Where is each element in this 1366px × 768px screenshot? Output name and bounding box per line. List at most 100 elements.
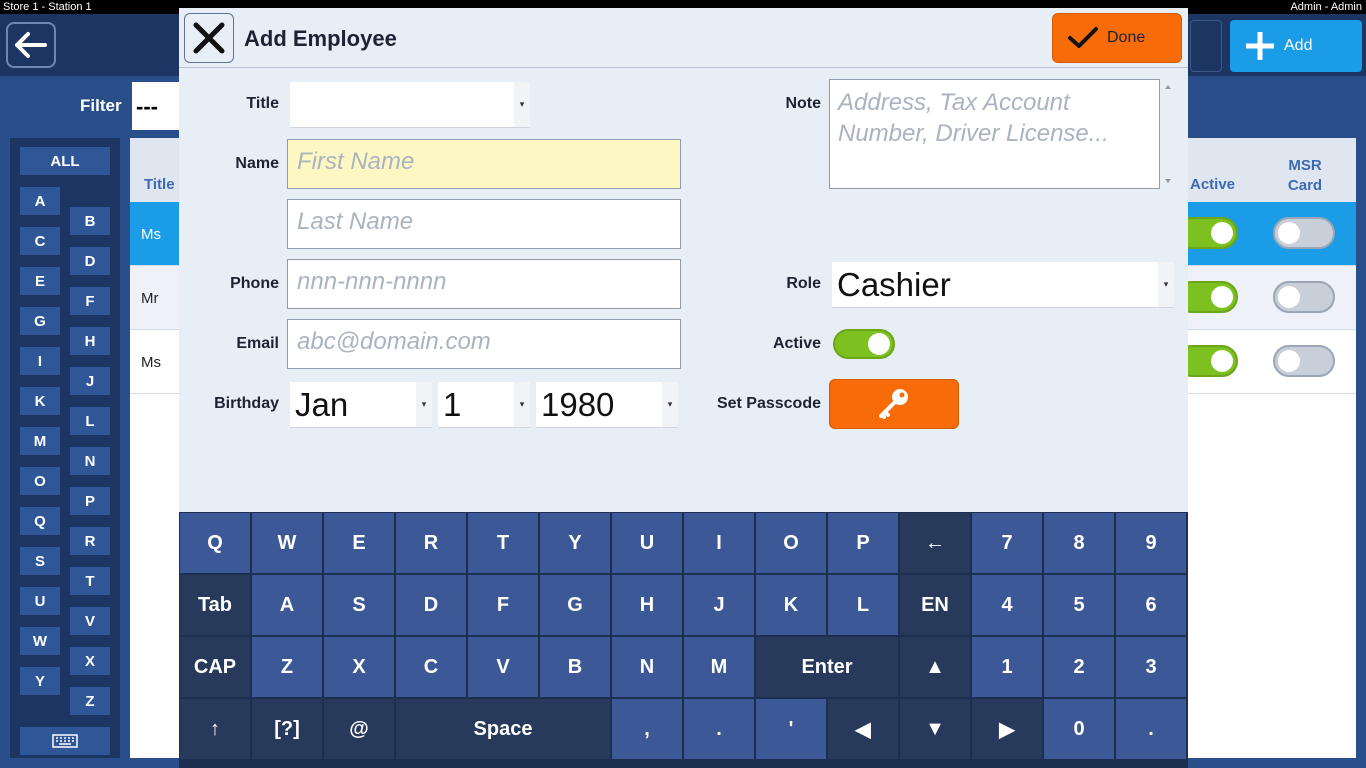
alpha-key-h[interactable]: H — [70, 327, 110, 355]
language-key[interactable]: EN — [900, 575, 970, 635]
arrow-down-key[interactable]: ▼ — [900, 699, 970, 759]
at-key[interactable]: @ — [324, 699, 394, 759]
arrow-up-key[interactable]: ▲ — [900, 637, 970, 697]
key-z[interactable]: Z — [252, 637, 322, 697]
alpha-key-b[interactable]: B — [70, 207, 110, 235]
back-button[interactable] — [6, 22, 56, 68]
alpha-key-n[interactable]: N — [70, 447, 110, 475]
alpha-key-p[interactable]: P — [70, 487, 110, 515]
note-input[interactable]: Address, Tax Account Number, Driver Lice… — [829, 79, 1160, 189]
alpha-key-j[interactable]: J — [70, 367, 110, 395]
space-key[interactable]: Space — [396, 699, 610, 759]
key-v[interactable]: V — [468, 637, 538, 697]
last-name-input[interactable]: Last Name — [287, 199, 681, 249]
backspace-key[interactable]: ← — [900, 513, 970, 573]
alpha-key-g[interactable]: G — [20, 307, 60, 335]
key-9[interactable]: 9 — [1116, 513, 1186, 573]
alpha-key-x[interactable]: X — [70, 647, 110, 675]
add-button[interactable]: Add — [1230, 20, 1362, 72]
key-u[interactable]: U — [612, 513, 682, 573]
key-d[interactable]: D — [396, 575, 466, 635]
key-l[interactable]: L — [828, 575, 898, 635]
alpha-key-z[interactable]: Z — [70, 687, 110, 715]
arrow-right-key[interactable]: ▶ — [972, 699, 1042, 759]
alpha-key-t[interactable]: T — [70, 567, 110, 595]
alpha-key-q[interactable]: Q — [20, 507, 60, 535]
key-m[interactable]: M — [684, 637, 754, 697]
key-o[interactable]: O — [756, 513, 826, 573]
row-msr-toggle[interactable] — [1273, 217, 1335, 249]
column-header-active[interactable]: Active — [1190, 176, 1235, 193]
key-3[interactable]: 3 — [1116, 637, 1186, 697]
comma-key[interactable]: , — [612, 699, 682, 759]
key-5[interactable]: 5 — [1044, 575, 1114, 635]
alpha-key-e[interactable]: E — [20, 267, 60, 295]
alpha-key-w[interactable]: W — [20, 627, 60, 655]
alpha-key-u[interactable]: U — [20, 587, 60, 615]
row-msr-toggle[interactable] — [1273, 345, 1335, 377]
key-n[interactable]: N — [612, 637, 682, 697]
set-passcode-button[interactable] — [829, 379, 959, 429]
alpha-key-f[interactable]: F — [70, 287, 110, 315]
period-key[interactable]: . — [684, 699, 754, 759]
symbols-key[interactable]: [?] — [252, 699, 322, 759]
phone-input[interactable]: nnn-nnn-nnnn — [287, 259, 681, 309]
tab-key[interactable]: Tab — [180, 575, 250, 635]
key-b[interactable]: B — [540, 637, 610, 697]
alpha-key-r[interactable]: R — [70, 527, 110, 555]
toolbar-button[interactable] — [1190, 20, 1222, 72]
birthday-day-select[interactable]: 1 ▾ — [438, 382, 530, 428]
alpha-key-i[interactable]: I — [20, 347, 60, 375]
shift-key[interactable]: ↑ — [180, 699, 250, 759]
key-g[interactable]: G — [540, 575, 610, 635]
arrow-left-key[interactable]: ◀ — [828, 699, 898, 759]
email-input[interactable]: abc@domain.com — [287, 319, 681, 369]
column-header-title[interactable]: Title — [144, 176, 175, 193]
alpha-all-button[interactable]: ALL — [20, 147, 110, 175]
title-select[interactable]: ▾ — [290, 82, 530, 128]
key-q[interactable]: Q — [180, 513, 250, 573]
active-toggle[interactable] — [833, 329, 895, 359]
alpha-key-y[interactable]: Y — [20, 667, 60, 695]
alpha-key-s[interactable]: S — [20, 547, 60, 575]
key-j[interactable]: J — [684, 575, 754, 635]
first-name-input[interactable]: First Name — [287, 139, 681, 189]
alpha-key-k[interactable]: K — [20, 387, 60, 415]
apostrophe-key[interactable]: ' — [756, 699, 826, 759]
key-x[interactable]: X — [324, 637, 394, 697]
alpha-key-l[interactable]: L — [70, 407, 110, 435]
alpha-key-d[interactable]: D — [70, 247, 110, 275]
caps-lock-key[interactable]: CAP — [180, 637, 250, 697]
key-k[interactable]: K — [756, 575, 826, 635]
key-1[interactable]: 1 — [972, 637, 1042, 697]
key-e[interactable]: E — [324, 513, 394, 573]
row-msr-toggle[interactable] — [1273, 281, 1335, 313]
key-t[interactable]: T — [468, 513, 538, 573]
key-7[interactable]: 7 — [972, 513, 1042, 573]
key-c[interactable]: C — [396, 637, 466, 697]
alpha-key-c[interactable]: C — [20, 227, 60, 255]
close-button[interactable] — [184, 13, 234, 63]
key-y[interactable]: Y — [540, 513, 610, 573]
birthday-month-select[interactable]: Jan ▾ — [290, 382, 432, 428]
key-4[interactable]: 4 — [972, 575, 1042, 635]
alpha-key-a[interactable]: A — [20, 187, 60, 215]
key-f[interactable]: F — [468, 575, 538, 635]
key-s[interactable]: S — [324, 575, 394, 635]
key-r[interactable]: R — [396, 513, 466, 573]
alpha-key-v[interactable]: V — [70, 607, 110, 635]
alpha-key-m[interactable]: M — [20, 427, 60, 455]
key-w[interactable]: W — [252, 513, 322, 573]
alpha-key-o[interactable]: O — [20, 467, 60, 495]
column-header-msr-card[interactable]: MSR Card — [1280, 156, 1330, 196]
numpad-period-key[interactable]: . — [1116, 699, 1186, 759]
key-p[interactable]: P — [828, 513, 898, 573]
key-h[interactable]: H — [612, 575, 682, 635]
enter-key[interactable]: Enter — [756, 637, 898, 697]
done-button[interactable]: Done — [1052, 13, 1182, 63]
key-a[interactable]: A — [252, 575, 322, 635]
key-6[interactable]: 6 — [1116, 575, 1186, 635]
key-2[interactable]: 2 — [1044, 637, 1114, 697]
key-8[interactable]: 8 — [1044, 513, 1114, 573]
role-select[interactable]: Cashier ▾ — [832, 262, 1174, 308]
